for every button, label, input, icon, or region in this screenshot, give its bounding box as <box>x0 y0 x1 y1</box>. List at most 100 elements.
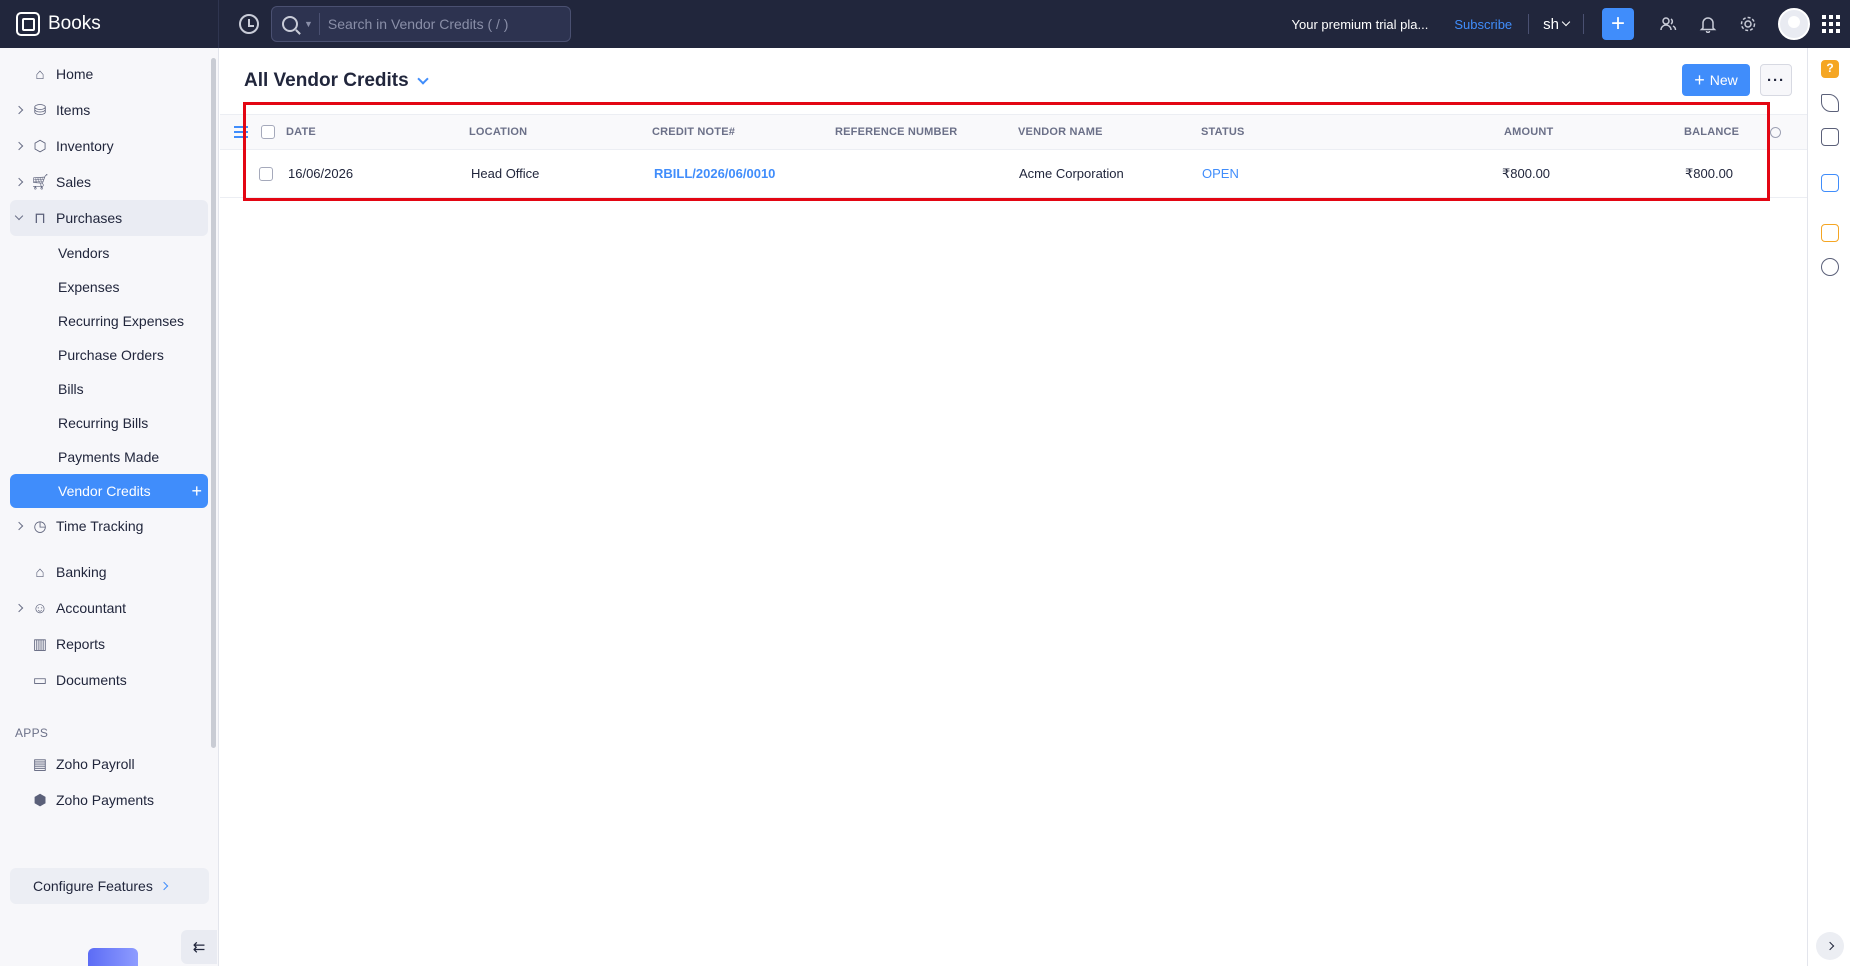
bell-icon[interactable] <box>1688 0 1728 48</box>
search-icon[interactable] <box>282 16 298 32</box>
column-search-icon[interactable] <box>1770 126 1781 138</box>
chat-icon[interactable] <box>1821 174 1839 192</box>
sidebar-item-reports[interactable]: ▥ Reports <box>10 626 208 662</box>
sidebar-item-home[interactable]: ⌂ Home <box>10 56 208 92</box>
table-row[interactable]: 16/06/2026 Head Office RBILL/2026/06/001… <box>220 150 1807 198</box>
sidebar-item-documents[interactable]: ▭ Documents <box>10 662 208 698</box>
trial-notice[interactable]: Your premium trial pla... <box>1292 17 1429 32</box>
sidebar-item-time-tracking[interactable]: ◷ Time Tracking <box>10 508 208 544</box>
column-header-location[interactable]: LOCATION <box>469 126 527 138</box>
chevron-right-icon[interactable] <box>14 603 24 613</box>
app-grid-icon[interactable] <box>1822 15 1840 33</box>
sidebar-item-label: Vendor Credits <box>58 483 151 499</box>
cell-balance: ₹800.00 <box>1685 165 1734 181</box>
search-bar[interactable]: ▼ <box>271 6 571 42</box>
chevron-right-icon[interactable] <box>14 105 24 115</box>
gear-icon[interactable] <box>1728 0 1768 48</box>
sidebar-item-label: Documents <box>56 672 127 688</box>
timer-icon: ◷ <box>33 518 47 535</box>
sidebar-item-label: Zoho Payments <box>56 792 155 808</box>
chevron-right-icon[interactable] <box>14 521 24 531</box>
sidebar-item-purchases[interactable]: ⊓ Purchases <box>10 200 208 236</box>
sidebar-subitem-recurring-expenses[interactable]: Recurring Expenses <box>10 304 208 338</box>
chevron-right-icon <box>159 881 169 891</box>
collapse-icon: ⇇ <box>192 939 206 956</box>
sidebar-scrollbar[interactable] <box>211 58 216 748</box>
video-tutorial-icon[interactable] <box>1821 128 1839 146</box>
accountant-icon: ☺︎ <box>32 599 48 617</box>
referral-icon[interactable] <box>1648 0 1688 48</box>
sidebar-app-zoho-payments[interactable]: ⬢ Zoho Payments <box>10 782 208 818</box>
column-header-credit-note[interactable]: CREDIT NOTE# <box>652 126 735 138</box>
sidebar-subitem-payments-made[interactable]: Payments Made <box>10 440 208 474</box>
support-icon[interactable] <box>1821 258 1839 276</box>
sidebar-subitem-bills[interactable]: Bills <box>10 372 208 406</box>
announcement-icon[interactable] <box>1821 94 1839 112</box>
collapse-sidebar-button[interactable]: ⇇ <box>181 930 217 964</box>
search-input[interactable] <box>327 16 558 32</box>
marketplace-icon[interactable] <box>1821 224 1839 242</box>
column-header-reference-number[interactable]: REFERENCE NUMBER <box>835 126 957 138</box>
main-content: All Vendor Credits + New ··· DATE LOCATI… <box>220 48 1807 966</box>
sidebar-item-label: Accountant <box>56 600 127 616</box>
home-icon: ⌂ <box>35 65 45 83</box>
sidebar-subitem-purchase-orders[interactable]: Purchase Orders <box>10 338 208 372</box>
column-header-amount[interactable]: AMOUNT <box>1504 126 1553 138</box>
configure-features-label: Configure Features <box>33 878 153 894</box>
promo-video-thumbnail[interactable] <box>88 948 138 966</box>
cell-date: 16/06/2026 <box>288 166 354 181</box>
more-options-button[interactable]: ··· <box>1760 64 1792 96</box>
help-icon[interactable]: ? <box>1821 60 1839 78</box>
select-all-checkbox[interactable] <box>261 125 275 139</box>
chevron-down-icon[interactable] <box>417 73 429 85</box>
chevron-down-icon[interactable] <box>14 211 24 221</box>
sidebar-item-label: Sales <box>56 174 92 190</box>
chevron-right-icon <box>1825 941 1835 951</box>
sidebar-item-banking[interactable]: ⌂ Banking <box>10 554 208 590</box>
configure-features-button[interactable]: Configure Features <box>10 868 209 904</box>
page-title[interactable]: All Vendor Credits <box>244 70 409 92</box>
sidebar-item-label: Banking <box>56 564 107 580</box>
quick-create-button[interactable]: + <box>1602 8 1634 40</box>
brand[interactable]: Books <box>0 0 219 48</box>
chevron-down-icon <box>1561 17 1571 27</box>
subscribe-link[interactable]: Subscribe <box>1454 17 1512 32</box>
new-button[interactable]: + New <box>1682 64 1750 96</box>
divider <box>1583 14 1584 34</box>
sidebar-item-sales[interactable]: 🛒︎ Sales <box>10 164 208 200</box>
top-right-actions: Your premium trial pla... Subscribe sh + <box>1292 0 1850 48</box>
column-header-status[interactable]: STATUS <box>1201 126 1245 138</box>
sidebar-item-inventory[interactable]: ⬡ Inventory <box>10 128 208 164</box>
chevron-right-icon[interactable] <box>14 141 24 151</box>
chevron-right-icon[interactable] <box>14 177 24 187</box>
column-header-balance[interactable]: BALANCE <box>1684 126 1739 138</box>
column-header-date[interactable]: DATE <box>286 126 316 138</box>
cart-icon: 🛒︎ <box>30 174 50 191</box>
sidebar-item-label: Inventory <box>56 138 114 154</box>
inventory-icon: ⬡ <box>33 138 47 155</box>
sidebar-item-items[interactable]: ⛁ Items <box>10 92 208 128</box>
org-switcher[interactable]: sh <box>1543 15 1571 33</box>
column-filter-icon[interactable] <box>234 126 248 138</box>
sidebar-item-accountant[interactable]: ☺︎ Accountant <box>10 590 208 626</box>
sidebar-subitem-expenses[interactable]: Expenses <box>10 270 208 304</box>
expand-rail-button[interactable] <box>1816 932 1844 960</box>
avatar[interactable] <box>1778 8 1810 40</box>
right-rail: ? <box>1807 48 1850 966</box>
sidebar-app-zoho-payroll[interactable]: ▤ Zoho Payroll <box>10 746 208 782</box>
add-vendor-credit-icon[interactable]: + <box>191 481 202 502</box>
reports-icon: ▥ <box>32 636 48 653</box>
recent-history-icon[interactable] <box>239 14 259 34</box>
org-label: sh <box>1543 15 1559 33</box>
sidebar-subitem-recurring-bills[interactable]: Recurring Bills <box>10 406 208 440</box>
sidebar-subitem-vendors[interactable]: Vendors <box>10 236 208 270</box>
row-checkbox[interactable] <box>259 166 273 181</box>
sidebar-subitem-vendor-credits[interactable]: Vendor Credits + <box>10 474 208 508</box>
cell-location: Head Office <box>471 166 540 181</box>
page-header: All Vendor Credits + New ··· <box>220 48 1807 114</box>
column-header-vendor-name[interactable]: VENDOR NAME <box>1018 126 1103 138</box>
folder-icon: ▭ <box>32 672 48 689</box>
sidebar-item-label: Time Tracking <box>56 518 144 534</box>
cell-credit-note-link[interactable]: RBILL/2026/06/0010 <box>654 166 775 181</box>
chevron-down-icon[interactable]: ▼ <box>304 19 313 29</box>
